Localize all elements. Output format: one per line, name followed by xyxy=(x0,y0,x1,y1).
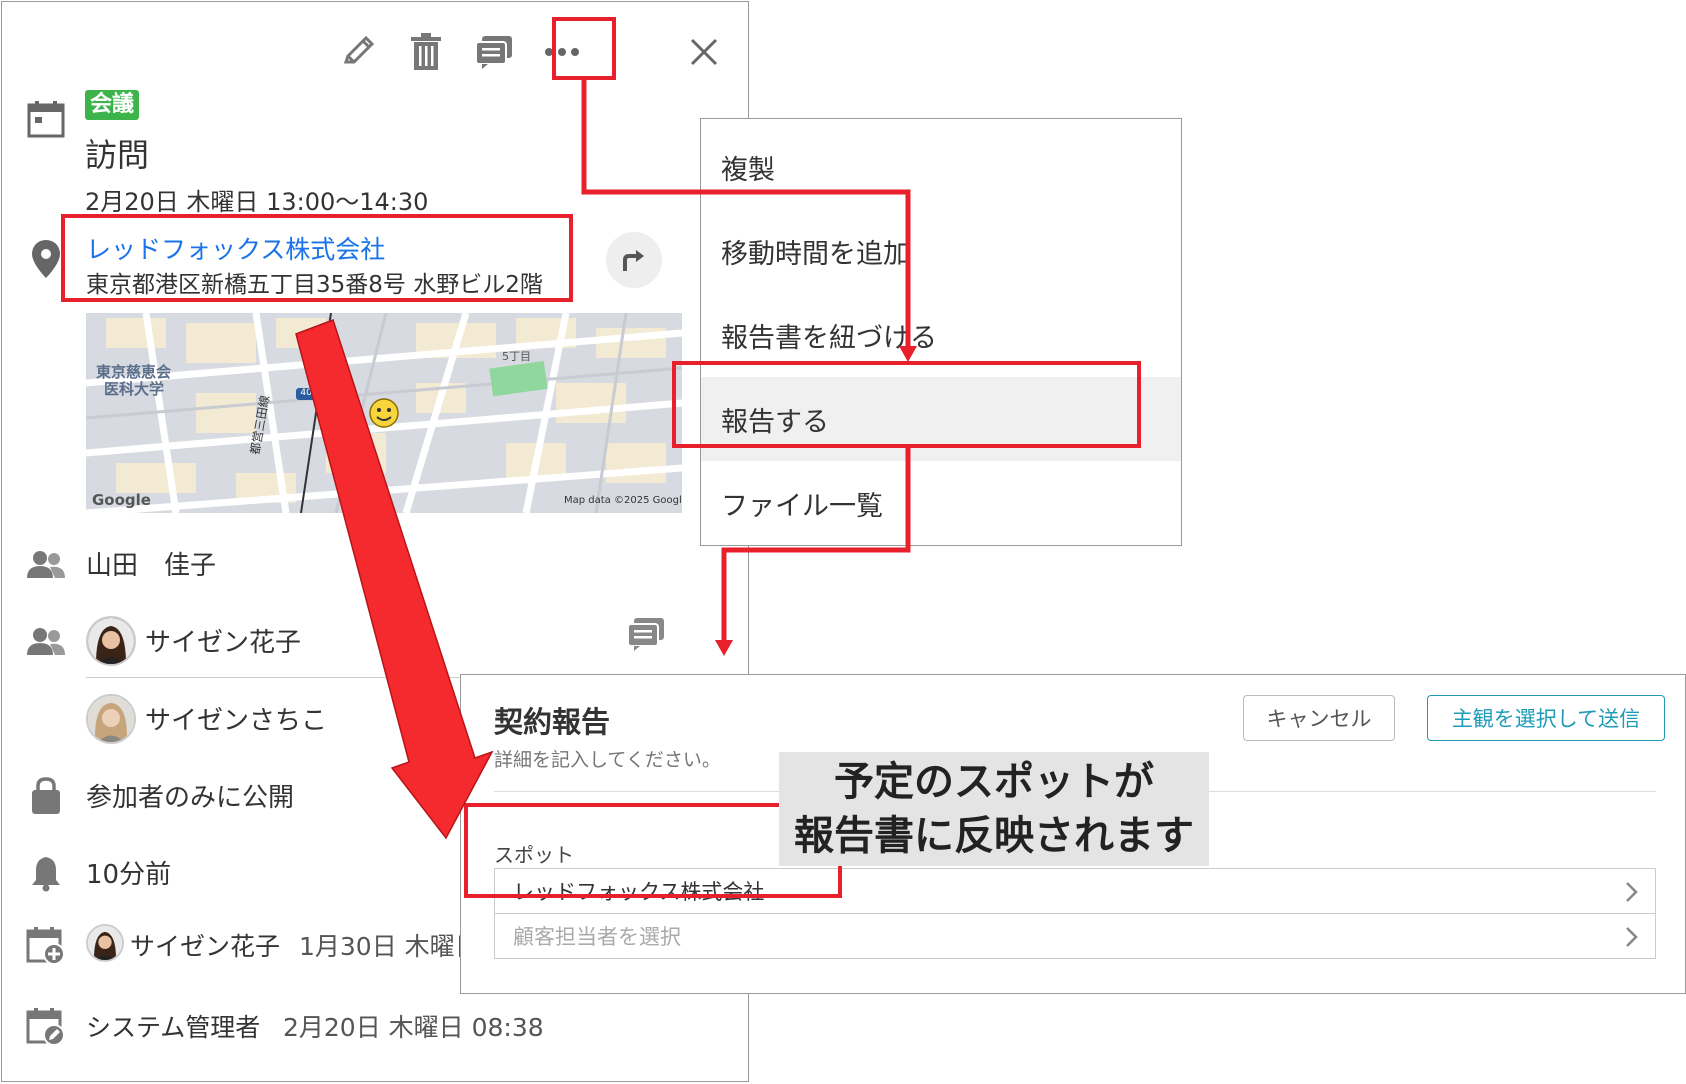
event-title: 訪問 xyxy=(85,136,150,174)
bell-icon xyxy=(24,851,68,895)
directions-button[interactable] xyxy=(606,232,662,288)
annotation-highlight-more xyxy=(552,17,616,80)
avatar xyxy=(86,694,136,744)
calendar-icon xyxy=(24,97,68,141)
report-title: 契約報告 xyxy=(494,705,611,739)
annotation-callout: 予定のスポットが 報告書に反映されます xyxy=(779,752,1209,866)
pencil-icon[interactable] xyxy=(330,24,386,80)
customer-contact-field[interactable]: 顧客担当者を選択 xyxy=(494,913,1656,959)
more-actions-menu: 複製 移動時間を追加 報告書を紐づける 報告する ファイル一覧 xyxy=(700,118,1182,546)
chevron-right-icon xyxy=(1626,882,1638,902)
reminder-text: 10分前 xyxy=(86,860,172,890)
calendar-edit-icon xyxy=(24,1005,68,1049)
google-logo: Google xyxy=(92,491,151,509)
annotation-highlight-location xyxy=(61,214,573,302)
created-by: サイゼン花子 xyxy=(130,932,281,961)
map-label-route: 409 xyxy=(300,388,318,398)
participant-name: サイゼンさちこ xyxy=(145,706,328,736)
avatar xyxy=(86,924,124,962)
close-icon[interactable] xyxy=(676,24,732,80)
directions-icon xyxy=(623,250,644,271)
comment-icon[interactable] xyxy=(626,616,670,656)
map-attribution: Map data ©2025 Google xyxy=(564,495,682,506)
map-label-hospital-2: 医科大学 xyxy=(104,380,165,398)
annotation-highlight-report-item xyxy=(672,361,1141,448)
chevron-right-icon xyxy=(1626,927,1638,947)
category-badge: 会議 xyxy=(85,90,140,120)
participants-icon xyxy=(24,619,68,663)
submit-button[interactable]: 主観を選択して送信 xyxy=(1427,695,1665,741)
menu-item-file-list[interactable]: ファイル一覧 xyxy=(701,461,1181,545)
menu-item-duplicate[interactable]: 複製 xyxy=(701,125,1181,209)
cancel-button[interactable]: キャンセル xyxy=(1243,695,1395,741)
customer-contact-placeholder: 顧客担当者を選択 xyxy=(513,925,681,949)
comment-icon[interactable] xyxy=(466,24,522,80)
callout-line-1: 予定のスポットが xyxy=(834,759,1154,805)
map-label-block: 5丁目 xyxy=(502,350,531,363)
report-subtitle: 詳細を記入してください。 xyxy=(494,749,721,771)
event-datetime: 2月20日 木曜日 13:00〜14:30 xyxy=(85,188,429,216)
updated-by: システム管理者 xyxy=(86,1013,261,1042)
callout-line-2: 報告書に反映されます xyxy=(794,813,1194,859)
participant-name: サイゼン花子 xyxy=(145,628,302,658)
location-map[interactable]: 東京慈恵会 医科大学 5丁目 都営三田線 409 Google Map data… xyxy=(86,313,682,513)
visibility-text: 参加者のみに公開 xyxy=(86,783,295,813)
created-at: 1月30日 木曜日 xyxy=(299,932,464,961)
lock-icon xyxy=(24,774,68,818)
calendar-add-icon xyxy=(24,924,68,968)
owner-name: 山田 佳子 xyxy=(86,551,217,581)
updated-at: 2月20日 木曜日 08:38 xyxy=(283,1013,544,1042)
trash-icon[interactable] xyxy=(398,24,454,80)
person-group-icon xyxy=(24,542,68,586)
avatar xyxy=(86,616,136,666)
menu-item-add-travel-time[interactable]: 移動時間を追加 xyxy=(701,209,1181,293)
